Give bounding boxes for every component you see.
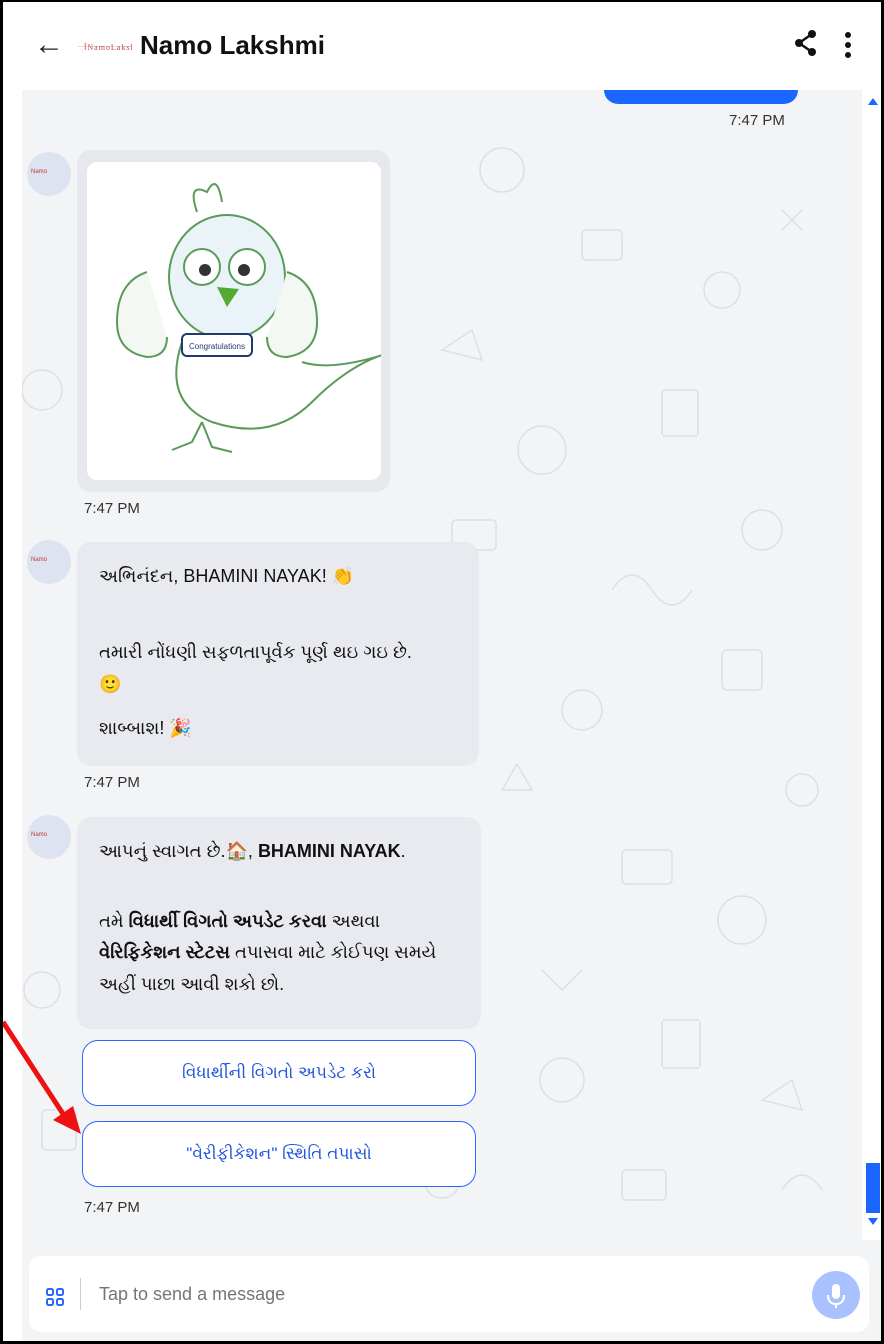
app-frame: ← ꟾNamoLakshmi Namo Lakshmi <box>0 0 884 1344</box>
annotation-arrow <box>3 1020 81 1134</box>
